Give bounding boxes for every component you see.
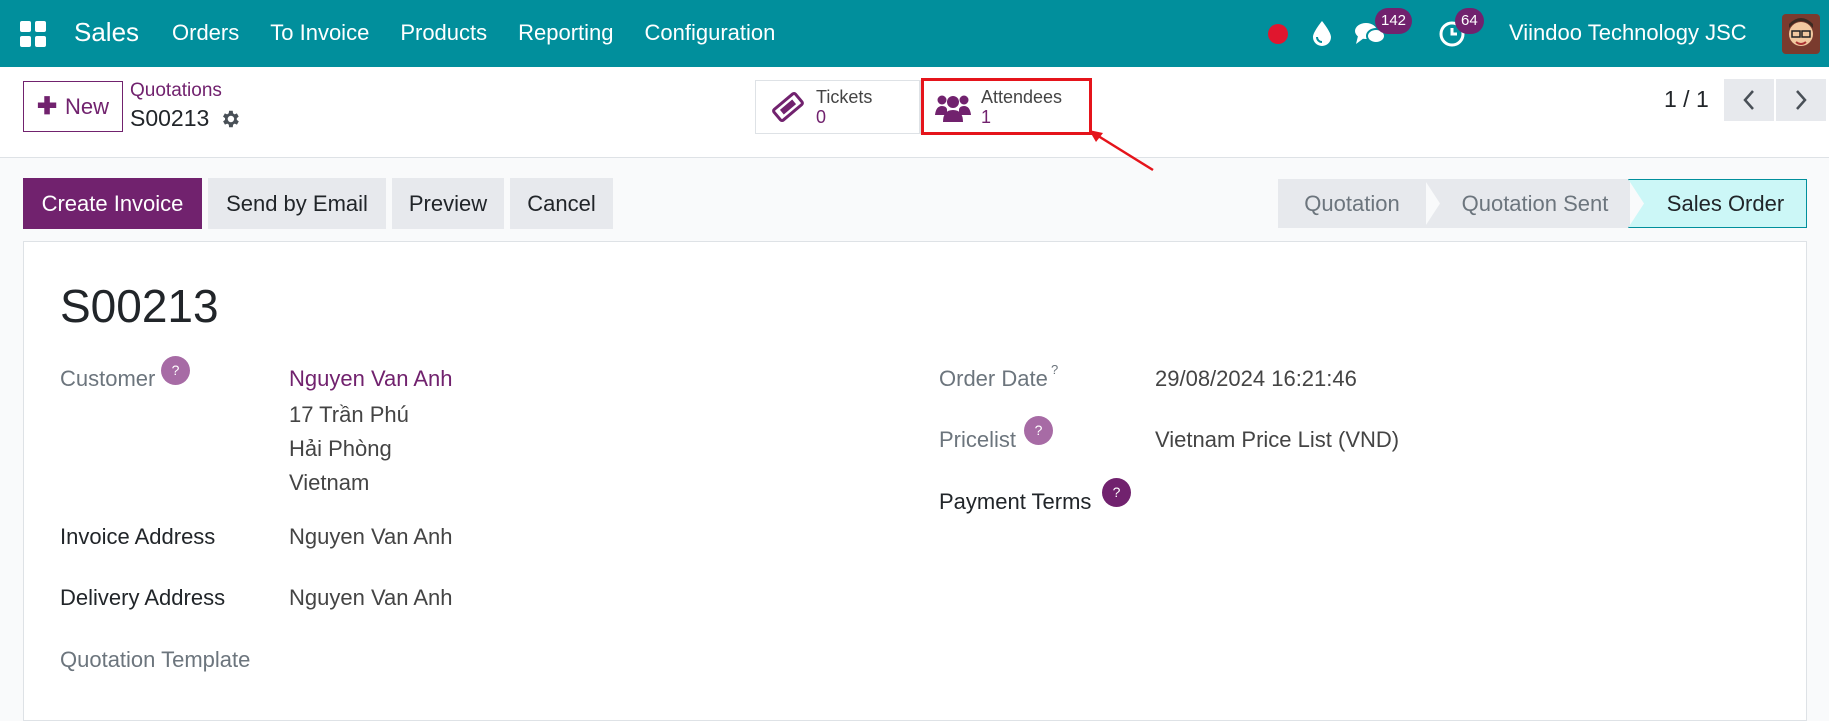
plus-icon: ✚ [36, 93, 58, 120]
send-by-email-button[interactable]: Send by Email [208, 178, 386, 229]
order-date-label: Order Date [939, 366, 1048, 391]
create-invoice-button[interactable]: Create Invoice [23, 178, 202, 229]
annotation-highlight-box [921, 78, 1092, 135]
activity-count-badge: 64 [1455, 8, 1484, 34]
chevron-left-icon [1743, 90, 1754, 110]
app-name[interactable]: Sales [74, 17, 139, 48]
pricelist-label: Pricelist [939, 427, 1017, 452]
pager-next-button[interactable] [1776, 79, 1826, 121]
chevron-right-icon [1796, 90, 1807, 110]
customer-help-icon[interactable]: ? [161, 356, 190, 385]
invoice-address-field[interactable]: Nguyen Van Anh [289, 524, 453, 550]
breadcrumb-quotations[interactable]: Quotations [130, 80, 222, 102]
tickets-count: 0 [816, 107, 827, 127]
chat-count-badge: 142 [1375, 8, 1413, 34]
breadcrumb-current: S00213 [130, 105, 210, 131]
pager-previous-button[interactable] [1724, 79, 1774, 121]
user-avatar[interactable] [1782, 14, 1820, 54]
company-switcher[interactable]: Viindoo Technology JSC [1509, 20, 1747, 46]
payment-terms-help-icon[interactable]: ? [1102, 478, 1131, 507]
delivery-address-field[interactable]: Nguyen Van Anh [289, 585, 453, 611]
new-button[interactable]: ✚ New [23, 81, 123, 132]
menu-configuration[interactable]: Configuration [645, 20, 776, 46]
new-button-label: New [65, 93, 110, 119]
gear-icon[interactable] [219, 108, 241, 130]
droplet-icon[interactable] [1310, 20, 1334, 46]
preview-button[interactable]: Preview [392, 178, 504, 229]
ticket-icon [772, 91, 804, 123]
order-date-help[interactable]: ? [1051, 362, 1058, 377]
record-status-icon[interactable] [1268, 24, 1288, 44]
customer-city: Hải Phòng [289, 436, 392, 461]
pricelist-field[interactable]: Vietnam Price List (VND) [1155, 427, 1399, 453]
order-date-field[interactable]: 29/08/2024 16:21:46 [1155, 366, 1357, 392]
cancel-button[interactable]: Cancel [510, 178, 613, 229]
menu-products[interactable]: Products [400, 20, 487, 46]
quotation-template-label: Quotation Template [60, 647, 251, 672]
apps-menu-icon[interactable] [20, 21, 46, 47]
stage-sales-order[interactable]: Sales Order [1628, 179, 1807, 228]
pager-value[interactable]: 1 / 1 [1664, 86, 1709, 113]
menu-to-invoice[interactable]: To Invoice [270, 20, 369, 46]
status-bar: Create Invoice Send by Email Preview Can… [0, 159, 1829, 241]
tickets-label: Tickets [816, 87, 873, 107]
payment-terms-label: Payment Terms [939, 489, 1092, 514]
form-sheet: S00213 Customer ? Nguyen Van Anh 17 Trần… [23, 241, 1807, 721]
customer-street: 17 Trần Phú [289, 402, 409, 427]
pricelist-help-icon[interactable]: ? [1024, 416, 1053, 445]
stage-quotation[interactable]: Quotation [1278, 179, 1426, 228]
delivery-address-label: Delivery Address [60, 585, 226, 610]
menu-reporting[interactable]: Reporting [518, 20, 613, 46]
control-panel: ✚ New Quotations S00213 Tickets 0 Attend… [0, 67, 1829, 158]
menu-orders[interactable]: Orders [172, 20, 239, 46]
customer-label: Customer [60, 366, 156, 391]
main-menu: Orders To Invoice Products Reporting Con… [172, 20, 806, 46]
stage-quotation-sent[interactable]: Quotation Sent [1424, 179, 1630, 228]
invoice-address-label: Invoice Address [60, 524, 216, 549]
tickets-smart-button[interactable]: Tickets 0 [755, 80, 920, 134]
record-title: S00213 [60, 280, 219, 332]
customer-name-link[interactable]: Nguyen Van Anh [289, 366, 453, 392]
customer-country: Vietnam [289, 470, 370, 495]
top-navbar: Sales Orders To Invoice Products Reporti… [0, 0, 1829, 67]
